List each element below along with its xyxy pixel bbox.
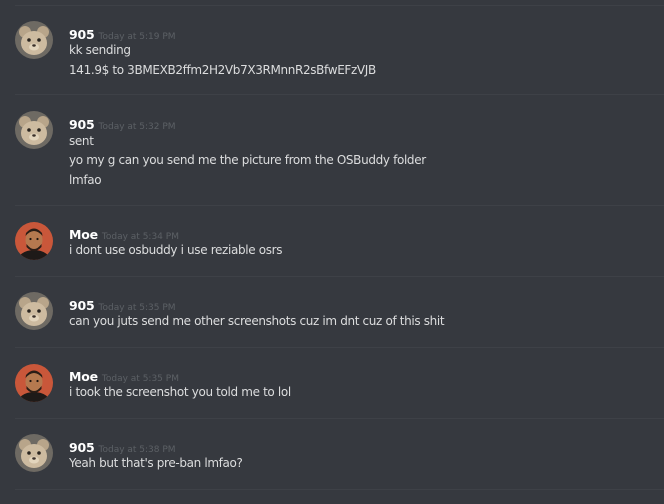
message-header: 905 Today at 5:38 PM xyxy=(69,437,176,455)
message-header: Moe Today at 5:34 PM xyxy=(69,224,179,242)
message-divider xyxy=(15,347,664,348)
message-text: 141.9$ to 3BMEXB2ffm2H2Vb7X3RMnnR2sBfwEF… xyxy=(69,63,376,77)
username[interactable]: 905 xyxy=(69,27,95,42)
message-text: lmfao xyxy=(69,173,102,187)
timestamp: Today at 5:35 PM xyxy=(98,303,176,313)
message-divider xyxy=(15,94,664,95)
message-text: i dont use osbuddy i use reziable osrs xyxy=(69,243,283,257)
message-divider xyxy=(15,418,664,419)
message-divider xyxy=(15,489,664,490)
message-text: kk sending xyxy=(69,43,131,57)
person-avatar[interactable] xyxy=(15,364,53,402)
message-divider xyxy=(15,205,664,206)
teddy-bear-avatar[interactable] xyxy=(15,292,53,330)
message-divider xyxy=(15,276,664,277)
username[interactable]: 905 xyxy=(69,298,95,313)
person-avatar[interactable] xyxy=(15,222,53,260)
username[interactable]: Moe xyxy=(69,369,98,384)
timestamp: Today at 5:34 PM xyxy=(101,232,179,242)
timestamp: Today at 5:19 PM xyxy=(98,32,176,42)
username[interactable]: 905 xyxy=(69,440,95,455)
username[interactable]: Moe xyxy=(69,227,98,242)
message-header: 905 Today at 5:32 PM xyxy=(69,114,176,132)
message-header: Moe Today at 5:35 PM xyxy=(69,366,179,384)
teddy-bear-avatar[interactable] xyxy=(15,434,53,472)
message-divider xyxy=(15,5,664,6)
message-text: can you juts send me other screenshots c… xyxy=(69,314,445,328)
chat-messages: 905 Today at 5:19 PM kk sending 141.9$ to… xyxy=(0,0,664,504)
message-header: 905 Today at 5:35 PM xyxy=(69,295,176,313)
message-text: yo my g can you send me the picture from… xyxy=(69,153,426,167)
timestamp: Today at 5:35 PM xyxy=(101,374,179,384)
message-text: i took the screenshot you told me to lol xyxy=(69,385,291,399)
timestamp: Today at 5:32 PM xyxy=(98,122,176,132)
username[interactable]: 905 xyxy=(69,117,95,132)
message-text: Yeah but that's pre-ban lmfao? xyxy=(69,456,243,470)
timestamp: Today at 5:38 PM xyxy=(98,445,176,455)
teddy-bear-avatar[interactable] xyxy=(15,111,53,149)
message-text: sent xyxy=(69,134,94,148)
teddy-bear-avatar[interactable] xyxy=(15,21,53,59)
message-header: 905 Today at 5:19 PM xyxy=(69,24,176,42)
